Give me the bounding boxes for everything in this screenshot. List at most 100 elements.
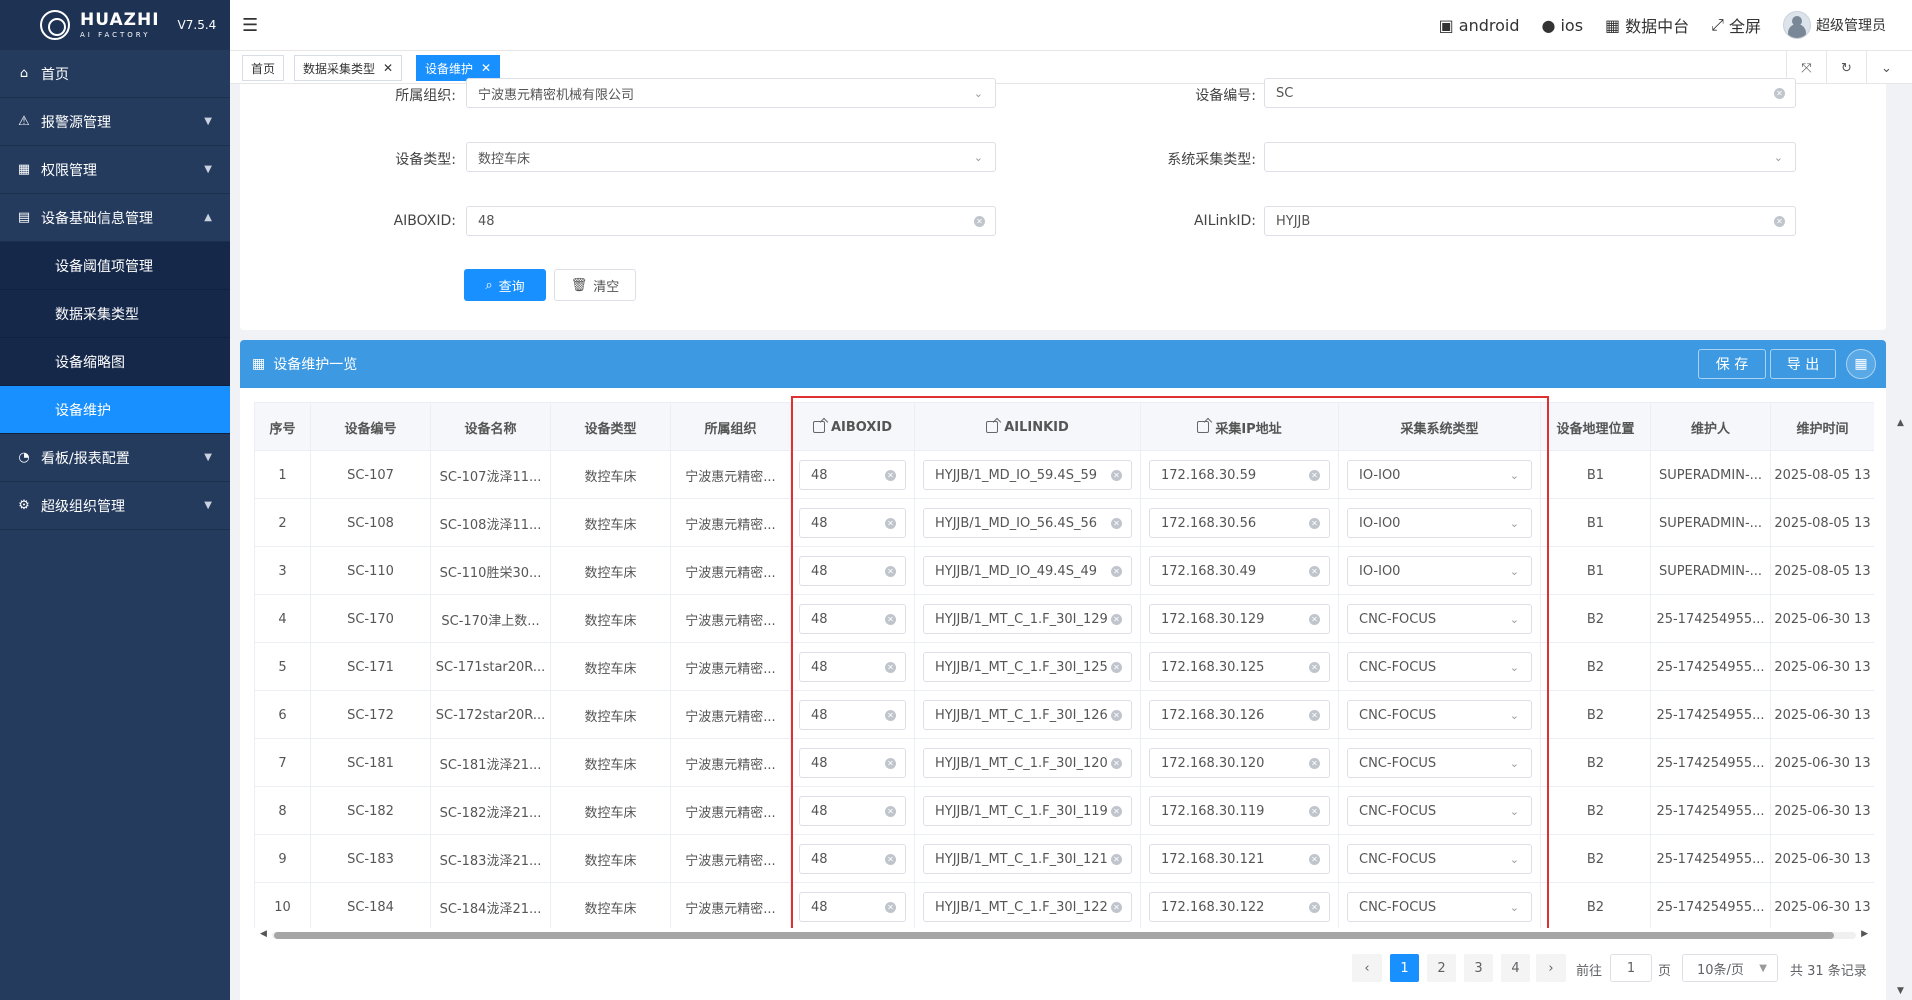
aiboxid-input[interactable]: 48 ✕: [799, 892, 906, 922]
clear-icon[interactable]: ✕: [1111, 517, 1122, 529]
ip-input[interactable]: 172.168.30.119 ✕: [1149, 796, 1330, 826]
save-button[interactable]: 保 存: [1698, 349, 1766, 379]
clear-icon[interactable]: ✕: [1774, 87, 1785, 99]
clear-icon[interactable]: ✕: [1111, 661, 1122, 673]
clear-button[interactable]: 🗑 清空: [554, 269, 636, 301]
close-icon[interactable]: ✕: [481, 61, 491, 75]
scroll-left-icon[interactable]: ◀: [260, 929, 267, 939]
goto-input[interactable]: 1: [1610, 954, 1652, 982]
aiboxid-input[interactable]: 48 ✕: [799, 460, 906, 490]
ip-input[interactable]: 172.168.30.59 ✕: [1149, 460, 1330, 490]
clear-icon[interactable]: ✕: [885, 901, 896, 913]
clear-icon[interactable]: ✕: [885, 613, 896, 625]
device-type-select[interactable]: 数控车床 ⌄: [466, 142, 996, 172]
aiboxid-input[interactable]: 48 ✕: [799, 844, 906, 874]
sys-type-select[interactable]: IO-IO0 ⌄: [1347, 460, 1532, 490]
submenu-item[interactable]: 设备阈值项管理: [0, 242, 230, 290]
page-size-select[interactable]: 10条/页 ▼: [1682, 954, 1778, 982]
query-button[interactable]: ⌕ 查询: [464, 269, 546, 301]
tabs-dropdown-button[interactable]: ⌄: [1866, 51, 1906, 85]
clear-icon[interactable]: ✕: [1111, 709, 1122, 721]
sidebar-item-2[interactable]: ▦ 权限管理 ▼: [0, 146, 230, 194]
clear-icon[interactable]: ✕: [1309, 805, 1320, 817]
sidebar-item-0[interactable]: ⌂ 首页: [0, 50, 230, 98]
export-button[interactable]: 导 出: [1770, 349, 1836, 379]
sys-type-select[interactable]: CNC-FOCUS ⌄: [1347, 700, 1532, 730]
clear-icon[interactable]: ✕: [885, 661, 896, 673]
refresh-button[interactable]: ↻: [1826, 51, 1866, 85]
scroll-down-icon[interactable]: ▼: [1897, 986, 1904, 996]
ios-link[interactable]: ● ios: [1541, 16, 1583, 35]
vertical-scrollbar[interactable]: ▲ ▼: [1895, 400, 1909, 1000]
user-menu[interactable]: 超级管理员: [1783, 11, 1886, 39]
sidebar-item-3[interactable]: ▤ 设备基础信息管理 ▲: [0, 194, 230, 242]
clear-icon[interactable]: ✕: [1111, 565, 1122, 577]
clear-icon[interactable]: ✕: [1309, 565, 1320, 577]
sys-type-select[interactable]: IO-IO0 ⌄: [1347, 508, 1532, 538]
clear-icon[interactable]: ✕: [1309, 709, 1320, 721]
ailinkid-input[interactable]: HYJJB/1_MD_IO_49.4S_49 ✕: [923, 556, 1132, 586]
sidebar-item-4[interactable]: ◔ 看板/报表配置 ▼: [0, 434, 230, 482]
ailinkid-input[interactable]: HYJJB/1_MD_IO_56.4S_56 ✕: [923, 508, 1132, 538]
tab-home[interactable]: 首页: [242, 55, 285, 81]
ailinkid-input[interactable]: HYJJB/1_MT_C_1.F_30I_120 ✕: [923, 748, 1132, 778]
collapse-menu-icon[interactable]: ☰: [242, 15, 258, 36]
clear-icon[interactable]: ✕: [885, 517, 896, 529]
aiboxid-input[interactable]: 48 ✕: [466, 206, 996, 236]
tab-data-collection-type[interactable]: 数据采集类型 ✕: [294, 55, 403, 81]
page-button[interactable]: 2: [1427, 954, 1456, 982]
ailinkid-input[interactable]: HYJJB/1_MT_C_1.F_30I_126 ✕: [923, 700, 1132, 730]
clear-icon[interactable]: ✕: [1309, 853, 1320, 865]
horizontal-scrollbar[interactable]: ◀ ▶: [254, 928, 1874, 942]
aiboxid-input[interactable]: 48 ✕: [799, 508, 906, 538]
sys-type-select[interactable]: CNC-FOCUS ⌄: [1347, 604, 1532, 634]
clear-icon[interactable]: ✕: [1111, 613, 1122, 625]
page-button[interactable]: 4: [1501, 954, 1530, 982]
clear-icon[interactable]: ✕: [885, 709, 896, 721]
clear-icon[interactable]: ✕: [974, 215, 985, 227]
page-button[interactable]: 3: [1464, 954, 1493, 982]
ailinkid-input[interactable]: HYJJB ✕: [1264, 206, 1796, 236]
ip-input[interactable]: 172.168.30.126 ✕: [1149, 700, 1330, 730]
sidebar-item-1[interactable]: ⚠ 报警源管理 ▼: [0, 98, 230, 146]
clear-icon[interactable]: ✕: [1309, 517, 1320, 529]
scroll-thumb[interactable]: [274, 932, 1834, 939]
layout-toggle-button[interactable]: ▦: [1846, 349, 1876, 379]
clear-icon[interactable]: ✕: [1111, 853, 1122, 865]
ailinkid-input[interactable]: HYJJB/1_MT_C_1.F_30I_122 ✕: [923, 892, 1132, 922]
clear-icon[interactable]: ✕: [885, 853, 896, 865]
aiboxid-input[interactable]: 48 ✕: [799, 700, 906, 730]
clear-icon[interactable]: ✕: [1309, 661, 1320, 673]
page-button[interactable]: 1: [1390, 954, 1419, 982]
clear-icon[interactable]: ✕: [1309, 901, 1320, 913]
clear-icon[interactable]: ✕: [885, 757, 896, 769]
clear-icon[interactable]: ✕: [1309, 469, 1320, 481]
ailinkid-input[interactable]: HYJJB/1_MT_C_1.F_30I_129 ✕: [923, 604, 1132, 634]
aiboxid-input[interactable]: 48 ✕: [799, 604, 906, 634]
clear-icon[interactable]: ✕: [885, 565, 896, 577]
clear-icon[interactable]: ✕: [1111, 901, 1122, 913]
clear-icon[interactable]: ✕: [885, 469, 896, 481]
clear-icon[interactable]: ✕: [1111, 469, 1122, 481]
prev-page-button[interactable]: ‹: [1352, 954, 1382, 982]
sys-type-select[interactable]: CNC-FOCUS ⌄: [1347, 892, 1532, 922]
sys-type-select[interactable]: CNC-FOCUS ⌄: [1347, 844, 1532, 874]
ip-input[interactable]: 172.168.30.49 ✕: [1149, 556, 1330, 586]
code-input[interactable]: SC ✕: [1264, 78, 1796, 108]
ip-input[interactable]: 172.168.30.120 ✕: [1149, 748, 1330, 778]
sys-type-select[interactable]: CNC-FOCUS ⌄: [1347, 796, 1532, 826]
ip-input[interactable]: 172.168.30.129 ✕: [1149, 604, 1330, 634]
ip-input[interactable]: 172.168.30.56 ✕: [1149, 508, 1330, 538]
sys-type-select[interactable]: IO-IO0 ⌄: [1347, 556, 1532, 586]
scroll-up-icon[interactable]: ▲: [1897, 418, 1904, 428]
clear-icon[interactable]: ✕: [1309, 613, 1320, 625]
ailinkid-input[interactable]: HYJJB/1_MT_C_1.F_30I_119 ✕: [923, 796, 1132, 826]
android-link[interactable]: ▣ android: [1439, 16, 1520, 35]
ip-input[interactable]: 172.168.30.125 ✕: [1149, 652, 1330, 682]
clear-icon[interactable]: ✕: [1309, 757, 1320, 769]
sys-collect-select[interactable]: ⌄: [1264, 142, 1796, 172]
clear-icon[interactable]: ✕: [1111, 805, 1122, 817]
clear-icon[interactable]: ✕: [885, 805, 896, 817]
aiboxid-input[interactable]: 48 ✕: [799, 796, 906, 826]
ailinkid-input[interactable]: HYJJB/1_MT_C_1.F_30I_125 ✕: [923, 652, 1132, 682]
